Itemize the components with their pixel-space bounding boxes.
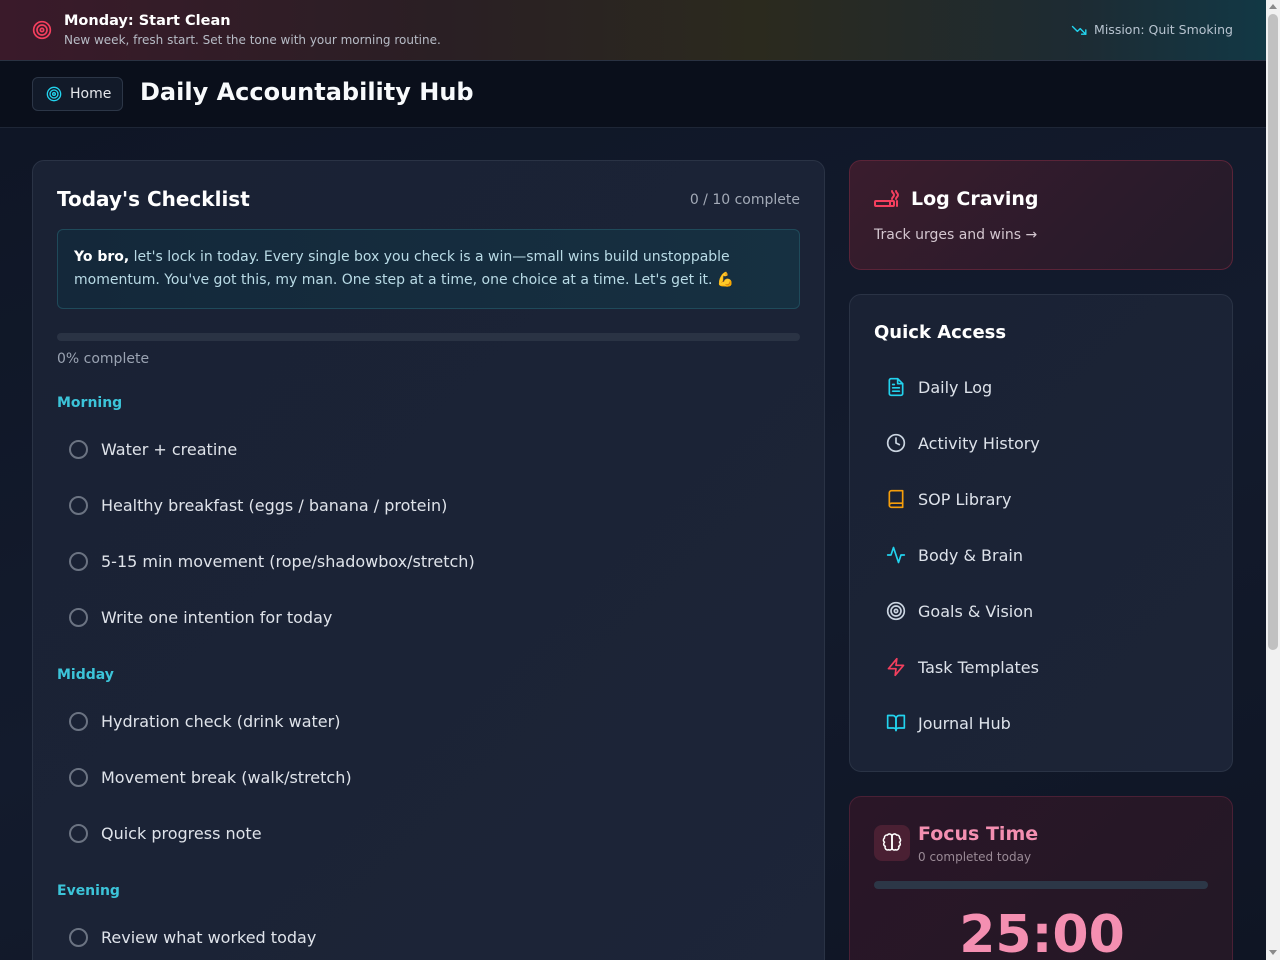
task-label: Quick progress note xyxy=(101,823,262,843)
quick-link-daily-log[interactable]: Daily Log xyxy=(874,365,1210,409)
checkbox-circle[interactable] xyxy=(69,551,88,571)
quick-link-label: Task Templates xyxy=(918,657,1039,677)
focus-icon-box xyxy=(874,825,910,861)
page-scrollbar[interactable] xyxy=(1266,0,1280,960)
motivation-lead: Yo bro, xyxy=(74,249,130,265)
section-morning: Morning xyxy=(57,395,123,411)
book-open-icon xyxy=(886,714,906,732)
motivation-text: let's lock in today. Every single box yo… xyxy=(74,249,735,288)
progress-text: 0% complete xyxy=(57,351,150,367)
task-item[interactable]: Movement break (walk/stretch) xyxy=(69,757,352,797)
cigarette-icon xyxy=(874,190,900,207)
checklist-title: Today's Checklist xyxy=(57,187,250,211)
section-evening: Evening xyxy=(57,883,120,899)
quick-link-journal-hub[interactable]: Journal Hub xyxy=(874,701,1210,745)
mission-label: Mission: Quit Smoking xyxy=(1071,22,1233,37)
checkbox-circle[interactable] xyxy=(69,495,88,515)
quick-link-body-brain[interactable]: Body & Brain xyxy=(874,533,1210,577)
log-craving-card[interactable]: Log Craving Track urges and wins → xyxy=(849,160,1233,270)
motivation-message: Yo bro, let's lock in today. Every singl… xyxy=(57,229,800,309)
home-label: Home xyxy=(70,86,112,102)
target-icon xyxy=(46,86,62,102)
focus-timer: 25:00 xyxy=(959,905,1125,960)
checkbox-circle[interactable] xyxy=(69,607,88,627)
task-item[interactable]: Water + creatine xyxy=(69,429,237,469)
target-icon xyxy=(886,601,906,621)
file-text-icon xyxy=(888,377,904,397)
checkbox-circle[interactable] xyxy=(69,823,88,843)
checklist-progress-bar xyxy=(57,333,800,341)
quick-link-task-templates[interactable]: Task Templates xyxy=(874,645,1210,689)
home-button[interactable]: Home xyxy=(32,77,123,111)
trending-down-icon xyxy=(1071,25,1087,35)
quick-access-card: Quick Access Daily Log Activity History … xyxy=(849,294,1233,772)
task-item[interactable]: Quick progress note xyxy=(69,813,262,853)
banner-subtitle: New week, fresh start. Set the tone with… xyxy=(64,33,441,47)
task-item[interactable]: Write one intention for today xyxy=(69,597,332,637)
checkbox-circle[interactable] xyxy=(69,439,88,459)
quick-link-goals-vision[interactable]: Goals & Vision xyxy=(874,589,1210,633)
section-midday: Midday xyxy=(57,667,114,683)
focus-title: Focus Time xyxy=(918,823,1039,845)
task-label: 5-15 min movement (rope/shadowbox/stretc… xyxy=(101,551,475,571)
task-label: Movement break (walk/stretch) xyxy=(101,767,352,787)
top-banner: Monday: Start Clean New week, fresh star… xyxy=(0,0,1266,61)
scroll-up-arrow[interactable] xyxy=(1269,4,1277,9)
quick-link-label: Goals & Vision xyxy=(918,601,1034,621)
quick-link-label: Journal Hub xyxy=(918,713,1011,733)
zap-icon xyxy=(887,657,905,677)
task-item[interactable]: Hydration check (drink water) xyxy=(69,701,340,741)
quick-link-label: Daily Log xyxy=(918,377,993,397)
page-title: Daily Accountability Hub xyxy=(140,78,474,106)
task-label: Water + creatine xyxy=(101,439,238,459)
quick-link-label: Body & Brain xyxy=(918,545,1023,565)
quick-link-label: SOP Library xyxy=(918,489,1012,509)
focus-time-card: Focus Time 0 completed today 25:00 xyxy=(849,796,1233,960)
mission-text: Mission: Quit Smoking xyxy=(1094,22,1233,37)
checkbox-circle[interactable] xyxy=(69,927,88,947)
quick-access-title: Quick Access xyxy=(874,322,1007,343)
craving-title: Log Craving xyxy=(911,188,1039,210)
task-label: Healthy breakfast (eggs / banana / prote… xyxy=(101,495,448,515)
banner-title: Monday: Start Clean xyxy=(64,13,231,29)
scroll-thumb[interactable] xyxy=(1268,14,1278,650)
task-item[interactable]: 5-15 min movement (rope/shadowbox/stretc… xyxy=(69,541,475,581)
brain-icon xyxy=(882,833,902,851)
focus-subtitle: 0 completed today xyxy=(918,850,1032,864)
activity-icon xyxy=(886,546,906,564)
craving-subtitle: Track urges and wins → xyxy=(874,227,1038,243)
book-icon xyxy=(888,489,904,509)
task-item[interactable]: Healthy breakfast (eggs / banana / prote… xyxy=(69,485,447,525)
task-label: Hydration check (drink water) xyxy=(101,711,341,731)
task-label: Review what worked today xyxy=(101,927,317,947)
checklist-card: Today's Checklist 0 / 10 complete Yo bro… xyxy=(32,160,825,960)
scroll-down-arrow[interactable] xyxy=(1269,950,1277,955)
quick-link-activity-history[interactable]: Activity History xyxy=(874,421,1210,465)
checkbox-circle[interactable] xyxy=(69,711,88,731)
clock-icon xyxy=(886,433,906,453)
quick-link-sop-library[interactable]: SOP Library xyxy=(874,477,1210,521)
task-item[interactable]: Review what worked today xyxy=(69,917,316,957)
app-header: Home Daily Accountability Hub xyxy=(0,61,1266,128)
task-label: Write one intention for today xyxy=(101,607,333,627)
checkbox-circle[interactable] xyxy=(69,767,88,787)
target-icon xyxy=(32,20,52,40)
focus-progress-bar xyxy=(874,881,1208,889)
checklist-count: 0 / 10 complete xyxy=(689,192,800,208)
quick-link-label: Activity History xyxy=(918,433,1040,453)
